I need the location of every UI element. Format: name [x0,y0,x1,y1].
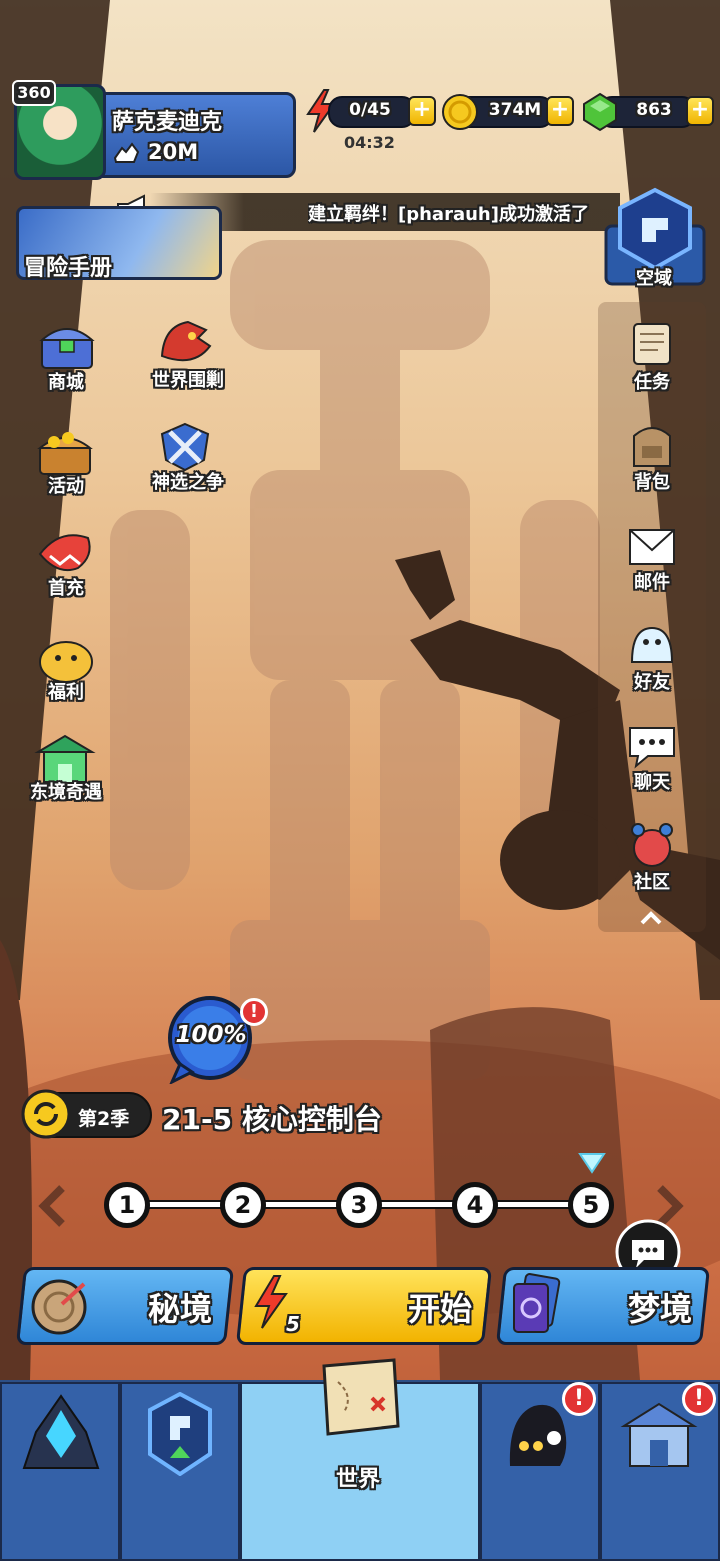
menu-label-world-siege: 世界围剿 [152,370,224,391]
start-lightning-icon [254,1275,288,1329]
menu-label-chosen-battle: 神选之争 [152,472,224,493]
stage-node-4[interactable]: 4 [452,1182,498,1228]
mail-icon[interactable] [624,520,680,574]
add-gem-button[interactable]: + [686,96,714,126]
community-icon[interactable] [624,818,680,872]
season-label: 第2季 [78,1108,130,1130]
menu-label-welfare: 福利 [48,682,84,703]
chat-icon[interactable] [624,720,680,774]
chevron-left-icon[interactable] [36,1184,70,1228]
menu-label-first-recharge: 首充 [48,578,84,599]
dragon-icon[interactable] [154,316,216,372]
menu-label-friends: 好友 [634,672,670,693]
dreamland-label: 梦境 [628,1290,693,1328]
menu-label-community: 社区 [634,872,670,893]
completion-percent: 100% [175,1022,247,1048]
menu-label-east-encounter: 东境奇遇 [30,782,102,803]
green-gem-icon [583,92,617,132]
scroll-icon[interactable] [624,316,680,370]
stage-title: 21-5 核心控制台 [162,1103,382,1136]
menu-label-chat: 聊天 [634,772,670,793]
menu-label-tasks: 任务 [634,372,670,393]
menu-label-events: 活动 [48,476,84,497]
energy-timer: 04:32 [344,133,395,152]
crossed-swords-icon[interactable] [154,418,216,474]
player-power: 20M [148,140,199,164]
base-alert-dot: ! [682,1382,716,1416]
start-label: 开始 [408,1290,473,1328]
stage-node-5[interactable]: 5 [568,1182,614,1228]
current-stage-marker-icon [578,1153,606,1174]
chevron-up-icon[interactable] [638,908,664,928]
menu-label-mail: 邮件 [634,572,670,593]
season-cycle-icon [21,1089,71,1139]
cards-icon [513,1273,561,1333]
stage-node-2[interactable]: 2 [220,1182,266,1228]
completion-alert-dot: ! [240,998,268,1026]
target-icon [31,1279,87,1335]
backpack-icon[interactable] [624,418,680,472]
start-energy-cost: 5 [286,1312,300,1336]
companions-alert-dot: ! [562,1382,596,1416]
fish-icon[interactable] [34,524,96,580]
gold-value: 374M [488,100,542,120]
stage-node-1[interactable]: 1 [104,1182,150,1228]
menu-label-backpack: 背包 [634,472,670,493]
secret-realm-label: 秘境 [148,1290,213,1328]
treasure-map-icon [322,1358,400,1436]
fist-icon [113,142,140,163]
player-name: 萨克麦迪克 [112,110,223,135]
adventure-handbook-label: 冒险手册 [24,256,113,281]
sky-domain-label: 空域 [636,268,672,289]
upgrade-shield-icon [148,1392,212,1476]
chest-icon[interactable] [36,318,98,374]
gem-value: 863 [636,100,672,120]
friends-icon[interactable] [624,618,680,672]
menu-label-shop: 商城 [48,372,84,393]
add-gold-button[interactable]: + [546,96,574,126]
player-level-badge: 360 [12,80,56,106]
gold-coin-icon [442,94,478,130]
energy-value: 0/45 [349,100,391,120]
announcement-text: 建立羁绊！[pharauh]成功激活了 [308,204,589,225]
crystal-hero-icon [22,1394,100,1469]
stage-node-3[interactable]: 3 [336,1182,382,1228]
add-energy-button[interactable]: + [408,96,436,126]
tab-world-label: 世界 [336,1467,381,1492]
